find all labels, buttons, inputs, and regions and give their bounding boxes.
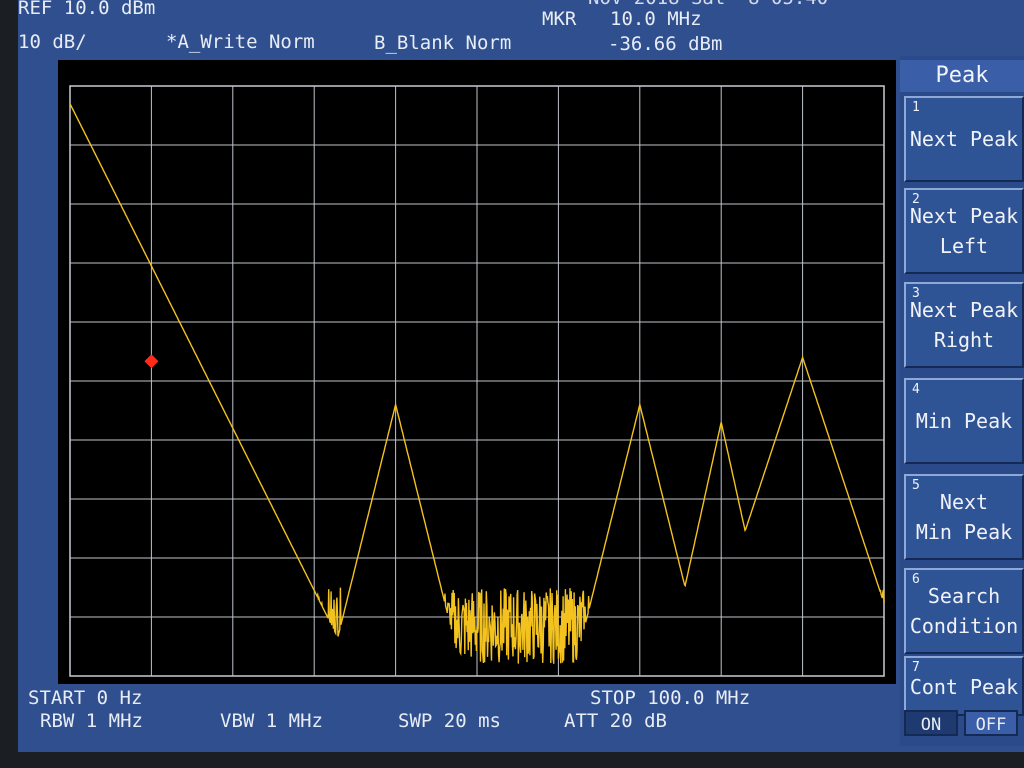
softkey-cont-peak[interactable]: 7 Cont Peak: [904, 656, 1024, 716]
softkey-label: Next Peak: [909, 127, 1019, 151]
softkey-label: Min Peak: [915, 409, 1013, 433]
marker-level: -36.66 dBm: [608, 33, 723, 55]
toggle-off[interactable]: OFF: [964, 710, 1018, 736]
ref-level: REF 10.0 dBm: [18, 0, 156, 19]
softkey-menu-title: Peak: [900, 60, 1024, 92]
rbw-readout: RBW 1 MHz: [40, 710, 143, 732]
marker-diamond: [144, 354, 159, 369]
graticule: [70, 86, 884, 676]
softkey-next-peak[interactable]: 1 Next Peak: [904, 96, 1024, 182]
start-frequency: START 0 Hz: [28, 687, 143, 709]
scale-readout: 10 dB/: [18, 31, 87, 53]
stop-frequency: STOP 100.0 MHz: [590, 687, 751, 709]
marker-frequency: 10.0 MHz: [610, 8, 702, 30]
trace-b-status: B_Blank Norm: [374, 32, 512, 54]
softkey-label: Next Peak Left: [909, 204, 1019, 258]
marker-layer: [144, 354, 159, 369]
softkey-label: Next Peak Right: [909, 298, 1019, 352]
vbw-readout: VBW 1 MHz: [220, 710, 323, 732]
softkey-next-peak-left[interactable]: 2 Next Peak Left: [904, 188, 1024, 274]
softkey-panel: Peak 1 Next Peak 2 Next Peak Left 3 Next…: [900, 56, 1024, 746]
spectrum-plot: [58, 60, 896, 684]
marker-label: MKR: [542, 8, 577, 30]
spectrum-svg: [69, 85, 885, 677]
attenuation-readout: ATT 20 dB: [564, 710, 667, 732]
softkey-search-condition[interactable]: 6 Search Condition: [904, 568, 1024, 654]
trace-a-status: *A_Write Norm: [166, 31, 315, 53]
softkey-next-min-peak[interactable]: 5 Next Min Peak: [904, 474, 1024, 560]
softkey-min-peak[interactable]: 4 Min Peak: [904, 378, 1024, 464]
clock-readout: NOV 2018 Sat 8 05:40: [588, 0, 828, 8]
softkey-next-peak-right[interactable]: 3 Next Peak Right: [904, 282, 1024, 368]
sweep-time-readout: SWP 20 ms: [398, 710, 501, 732]
toggle-on[interactable]: ON: [904, 710, 958, 736]
softkey-label: Next Min Peak: [915, 490, 1013, 544]
softkey-label: Search Condition: [909, 584, 1019, 638]
cont-peak-toggle[interactable]: ON OFF: [904, 710, 1020, 736]
